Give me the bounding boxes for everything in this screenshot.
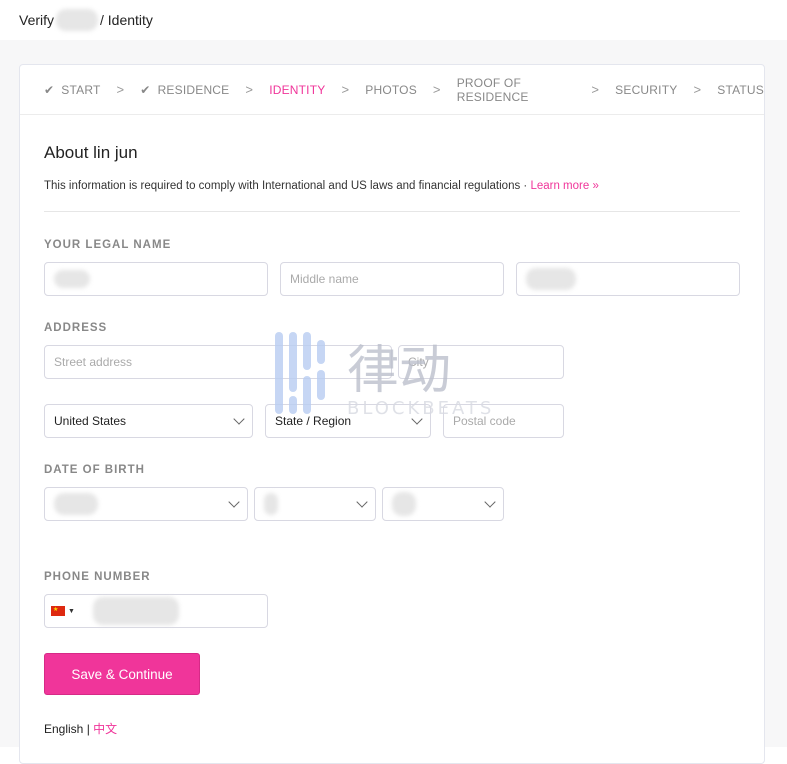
dob-day-select[interactable] <box>254 487 376 521</box>
last-name-input[interactable] <box>516 262 740 296</box>
step-start[interactable]: ✔ START <box>44 83 101 97</box>
cn-flag-icon: ★ <box>51 606 65 616</box>
lang-chinese[interactable]: 中文 <box>93 722 117 736</box>
stepper: ✔ START > ✔ RESIDENCE > IDENTITY > PHOTOS > PR… <box>20 65 764 115</box>
chevron-right-icon: > <box>693 82 702 97</box>
legal-name-label: YOUR LEGAL NAME <box>44 239 172 251</box>
breadcrumb: Verify / Identity <box>0 0 787 40</box>
redacted <box>56 9 99 31</box>
redacted <box>54 493 98 515</box>
dob-label: DATE OF BIRTH <box>44 464 145 476</box>
info-text: This information is required to comply w… <box>44 180 740 212</box>
state-select[interactable]: State / Region <box>265 404 431 438</box>
breadcrumb-prefix: Verify <box>19 12 55 28</box>
chevron-right-icon: > <box>341 82 350 97</box>
chevron-right-icon: > <box>432 82 441 97</box>
chevron-right-icon: > <box>245 82 254 97</box>
chevron-down-icon <box>228 496 240 508</box>
section-title: About lin jun <box>44 143 138 162</box>
chevron-down-icon <box>356 496 368 508</box>
phone-label: PHONE NUMBER <box>44 571 151 583</box>
redacted <box>54 270 90 288</box>
address-label: ADDRESS <box>44 322 108 334</box>
step-photos[interactable]: PHOTOS <box>365 83 417 97</box>
step-status[interactable]: STATUS <box>717 83 764 97</box>
check-icon: ✔ <box>140 82 151 97</box>
check-icon: ✔ <box>44 82 55 97</box>
country-code-dropdown[interactable]: ★ ▼ <box>51 606 75 616</box>
chevron-down-icon <box>411 413 423 425</box>
chevron-right-icon: > <box>116 82 125 97</box>
lang-english[interactable]: English <box>44 722 83 736</box>
redacted <box>264 493 278 515</box>
caret-down-icon: ▼ <box>68 607 75 615</box>
phone-input[interactable]: ★ ▼ <box>44 594 268 628</box>
step-proof-of-residence[interactable]: PROOF OF RESIDENCE <box>457 76 576 104</box>
dob-month-select[interactable] <box>44 487 248 521</box>
redacted <box>392 492 416 516</box>
dob-year-select[interactable] <box>382 487 504 521</box>
learn-more-link[interactable]: Learn more » <box>530 180 598 192</box>
step-security[interactable]: SECURITY <box>615 83 677 97</box>
middle-name-input[interactable]: Middle name <box>280 262 504 296</box>
chevron-right-icon: > <box>591 82 600 97</box>
language-switcher: English | 中文 <box>44 722 118 736</box>
postal-code-input[interactable]: Postal code <box>443 404 564 438</box>
redacted <box>92 597 179 625</box>
street-address-input[interactable]: Street address <box>44 345 392 379</box>
country-select[interactable]: United States <box>44 404 253 438</box>
step-identity[interactable]: IDENTITY <box>269 83 325 97</box>
chevron-down-icon <box>233 413 245 425</box>
step-residence[interactable]: ✔ RESIDENCE <box>140 83 229 97</box>
chevron-down-icon <box>484 496 496 508</box>
save-continue-button[interactable]: Save & Continue <box>44 653 200 695</box>
first-name-input[interactable] <box>44 262 268 296</box>
redacted <box>526 268 576 290</box>
breadcrumb-current: / Identity <box>100 12 153 28</box>
city-input[interactable]: City <box>398 345 564 379</box>
identity-card: ✔ START > ✔ RESIDENCE > IDENTITY > PHOTOS > PR… <box>19 64 765 764</box>
